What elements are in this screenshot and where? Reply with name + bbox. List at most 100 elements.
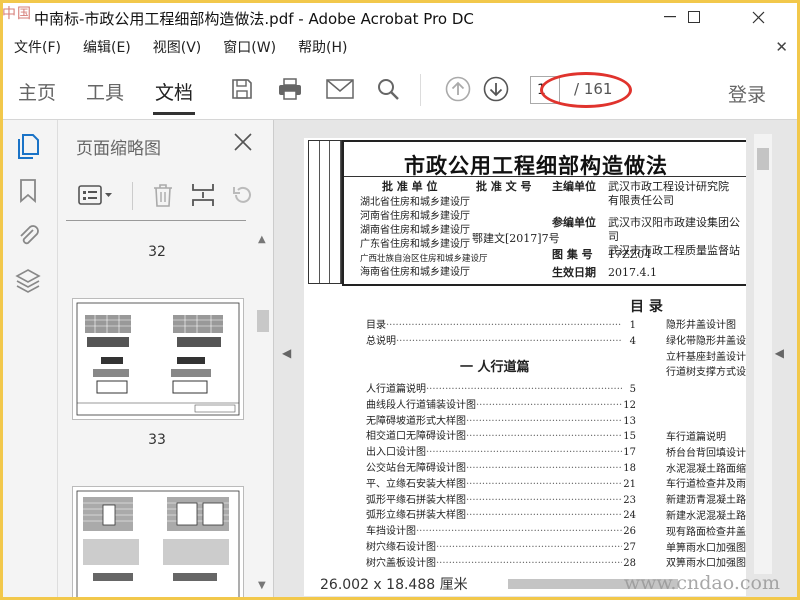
options-menu-button[interactable]	[76, 180, 116, 210]
toc-entry: 弧形立缘石拼装大样图 ······························…	[366, 510, 636, 522]
thumbnail-page-34[interactable]	[72, 486, 244, 600]
title-bar: 中国 中南标-市政公用工程细部构造做法.pdf - Adobe Acrobat …	[0, 0, 800, 34]
search-button[interactable]	[372, 74, 404, 104]
maximize-button[interactable]	[676, 4, 712, 30]
atlas-number-label: 图 集 号	[552, 248, 593, 261]
arrow-down-circle-icon	[483, 76, 509, 102]
panel-divider	[132, 182, 133, 210]
scrollbar-thumb[interactable]	[757, 148, 769, 170]
document-scrollbar[interactable]	[754, 134, 772, 574]
toc-entry: 总说明 ·····································…	[366, 335, 636, 347]
page-thumbnail-image	[76, 302, 240, 416]
navigation-rail	[0, 120, 58, 600]
menu-help[interactable]: 帮助(H)	[298, 37, 347, 57]
atlas-number: 17ZZ04	[608, 248, 652, 261]
save-button[interactable]	[226, 74, 258, 104]
pages-icon	[18, 134, 39, 159]
search-icon	[378, 79, 399, 100]
next-page-button[interactable]	[480, 74, 512, 104]
co-editor-label: 参编单位	[552, 216, 596, 229]
document-viewer: ◀ ◀ 市政公用工程细部构造做法 批 准 单 位 湖北省住房和城乡建设厅 河南省…	[274, 120, 800, 600]
close-icon	[752, 11, 764, 23]
bookmarks-button[interactable]	[13, 176, 43, 206]
page-size-label: 26.002 x 18.488 厘米	[320, 577, 468, 593]
toc-entry: 相交道口无障碍设计图 ······························…	[366, 431, 636, 443]
section-heading: 一 人行道篇	[460, 360, 530, 375]
page-number-input[interactable]: 1	[530, 76, 560, 104]
collapse-left-arrow[interactable]: ◀	[282, 346, 291, 360]
toc-entry: 树穴盖板设计图 ·································…	[366, 557, 636, 569]
window-title: 中南标-市政公用工程细部构造做法.pdf - Adobe Acrobat Pro…	[34, 10, 474, 28]
effective-date: 2017.4.1	[608, 266, 657, 279]
toc-pre-list: 目录 ······································…	[366, 318, 636, 350]
thumbnail-list: 32 33	[58, 228, 256, 600]
menu-view[interactable]: 视图(V)	[153, 37, 202, 57]
toc-entry: 平、立缘石安装大样图 ······························…	[366, 478, 636, 490]
list-options-icon	[78, 185, 112, 205]
menu-edit[interactable]: 编辑(E)	[83, 37, 131, 57]
tab-home[interactable]: 主页	[18, 78, 56, 105]
bookmark-icon	[20, 179, 36, 203]
trash-icon	[154, 184, 172, 207]
toc-right-bottom: 车行道篇说明 桥台台背回填设计图 水泥混凝土路面缩缝 车行道检查井及雨水 新建沥…	[666, 432, 746, 570]
document-header: 市政公用工程细部构造做法 批 准 单 位 湖北省住房和城乡建设厅 河南省住房和城…	[342, 140, 746, 286]
page-thumbnails-button[interactable]	[13, 132, 43, 162]
thumbnail-page-33[interactable]	[72, 298, 244, 420]
close-panel-button[interactable]	[233, 130, 253, 158]
envelope-icon	[326, 79, 354, 99]
crop-pages-button[interactable]	[188, 180, 218, 210]
layers-button[interactable]	[13, 266, 43, 296]
toc-entry: 人行道篇说明 ··································…	[366, 384, 636, 395]
toc-entry: 弧形平缘石拼装大样图 ······························…	[366, 494, 636, 506]
previous-page-button[interactable]	[442, 74, 474, 104]
rotate-button[interactable]	[228, 180, 258, 210]
thumbnail-scrollbar[interactable]: ▲ ▼	[254, 228, 272, 600]
rotate-icon	[233, 186, 251, 203]
close-window-button[interactable]	[740, 4, 776, 30]
effective-date-label: 生效日期	[552, 266, 596, 279]
header-rule	[344, 176, 746, 177]
toc-entry: 车挡设计图 ···································…	[366, 526, 636, 538]
minimize-icon	[664, 16, 676, 18]
toolbar-divider	[420, 74, 421, 106]
panel-toolbar	[58, 176, 274, 216]
scrollbar-thumb[interactable]	[257, 310, 269, 332]
close-icon	[234, 133, 252, 151]
tab-document[interactable]: 文档	[152, 78, 196, 115]
pdf-page: 市政公用工程细部构造做法 批 准 单 位 湖北省住房和城乡建设厅 河南省住房和城…	[304, 138, 746, 596]
approval-units: 湖北省住房和城乡建设厅 河南省住房和城乡建设厅 湖南省住房和城乡建设厅 广东省住…	[360, 197, 488, 278]
toolbar: 主页 工具 文档 1 / 161 登录	[0, 60, 800, 120]
close-document-button[interactable]: ✕	[775, 38, 788, 56]
page-thumbnail-image	[76, 490, 240, 600]
arrow-up-circle-icon	[445, 76, 471, 102]
panel-separator	[66, 220, 246, 221]
toc-entry: 公交站台无障碍设计图 ······························…	[366, 462, 636, 474]
tab-tools[interactable]: 工具	[86, 78, 124, 105]
login-button[interactable]: 登录	[728, 80, 766, 107]
thumbnail-label: 32	[148, 244, 166, 260]
approval-doc-number: 鄂建文[2017]7号	[472, 232, 560, 245]
watermark-text: www.cndao.com	[623, 572, 780, 594]
toc-entry: 曲线段人行道铺装设计图 ·····························…	[366, 399, 636, 411]
save-icon	[232, 79, 252, 99]
print-button[interactable]	[274, 74, 306, 104]
delete-pages-button[interactable]	[148, 180, 178, 210]
expand-right-arrow[interactable]: ◀	[775, 346, 784, 360]
toc-right-top: 隐形井盖设计图 绿化带隐形井盖设计 立杆基座封盖设计图 行道树支撑方式设计	[666, 320, 746, 379]
editor-unit: 武汉市政工程设计研究院 有限责任公司	[608, 180, 729, 207]
toc-entry: 树穴缘石设计图 ·································…	[366, 541, 636, 553]
toc-title: 目 录	[630, 299, 663, 315]
paperclip-icon	[20, 225, 39, 245]
email-button[interactable]	[324, 74, 356, 104]
attachments-button[interactable]	[13, 220, 43, 250]
menu-file[interactable]: 文件(F)	[14, 37, 61, 57]
editor-label: 主编单位	[552, 180, 596, 193]
approval-unit-label: 批 准 单 位	[382, 180, 438, 193]
scroll-up-arrow[interactable]: ▲	[258, 234, 266, 245]
approval-doc-label: 批 准 文 号	[476, 180, 532, 193]
scroll-down-arrow[interactable]: ▼	[258, 580, 266, 591]
toc-entry: 无障碍坡道形式大样图 ······························…	[366, 415, 636, 427]
toc-entry: 目录 ······································…	[366, 320, 636, 331]
approval-stamp-grid	[308, 140, 342, 284]
menu-window[interactable]: 窗口(W)	[223, 37, 276, 57]
